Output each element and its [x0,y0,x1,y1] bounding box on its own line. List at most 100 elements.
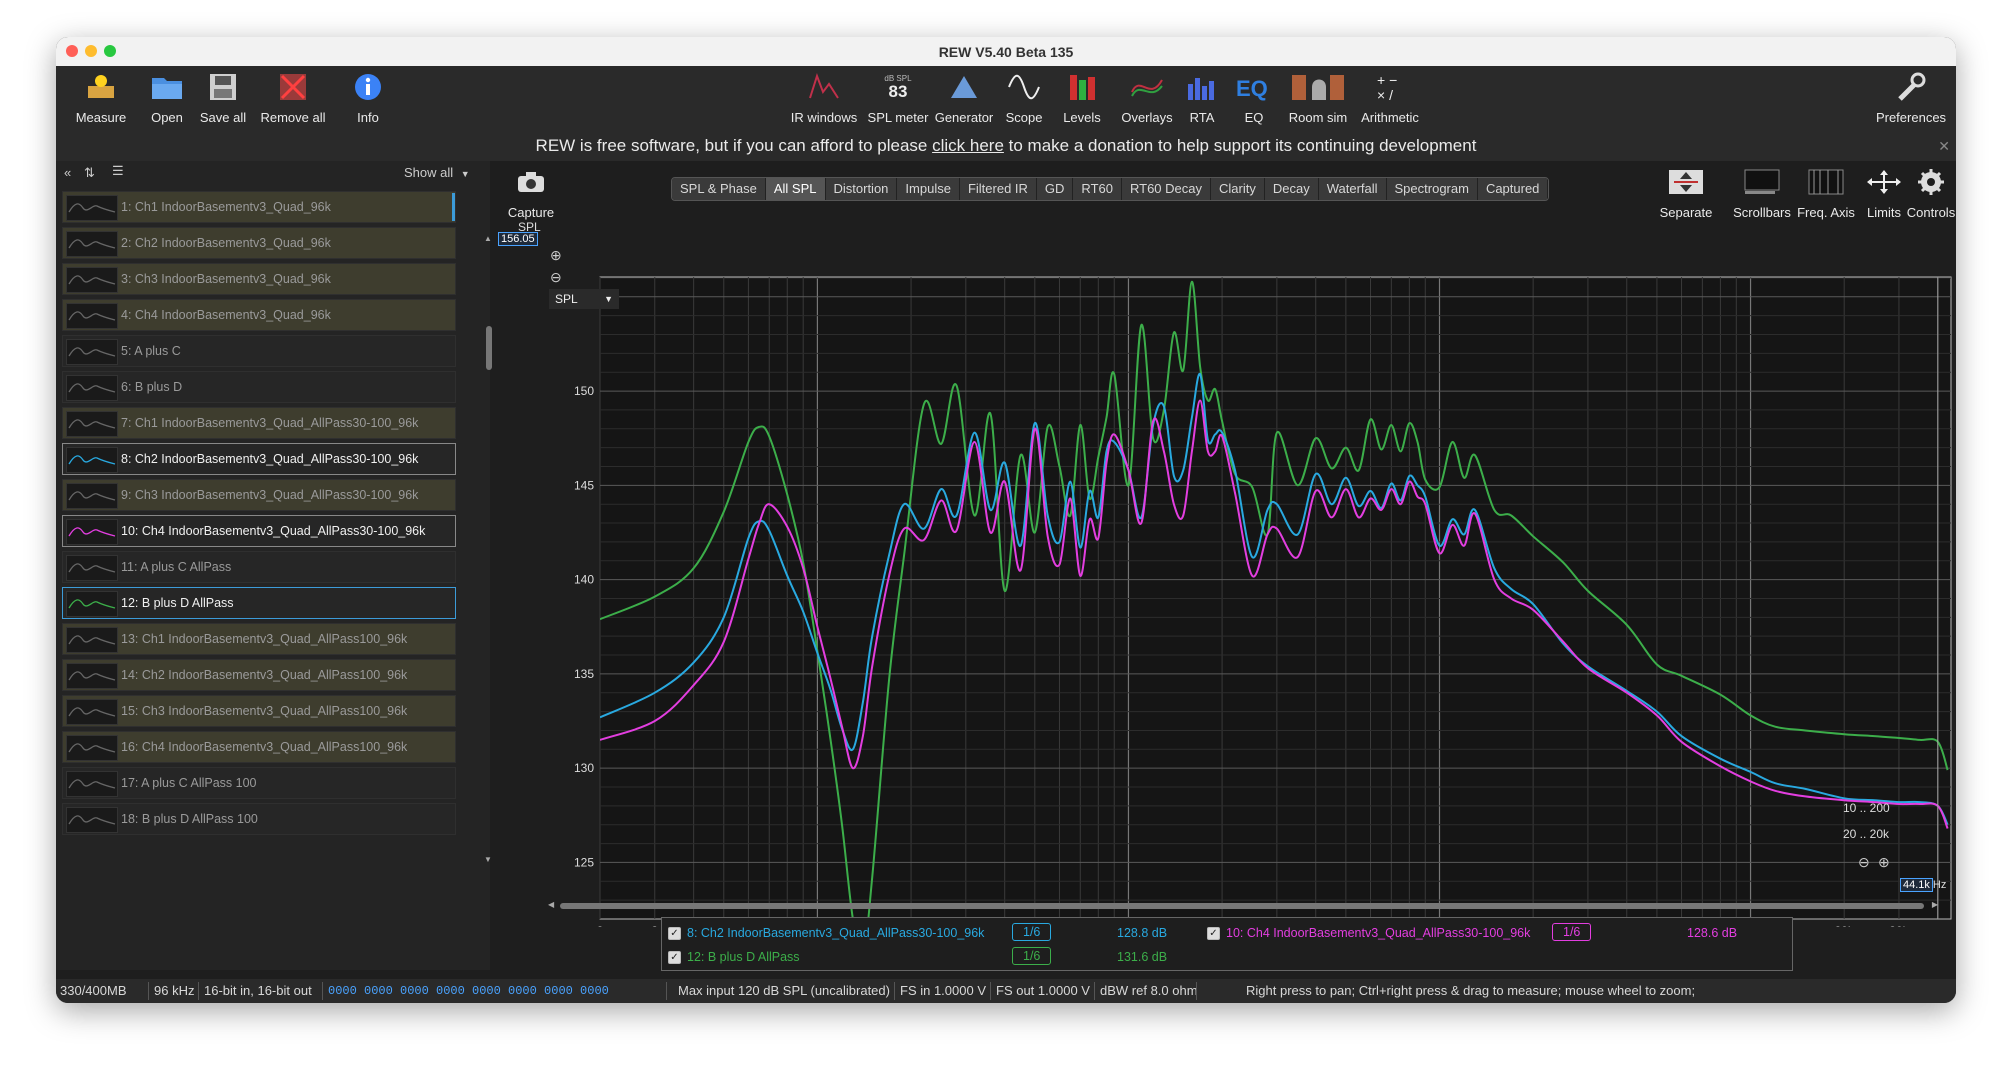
measurement-item[interactable]: 11: A plus C AllPass [62,551,456,583]
measurement-item[interactable]: 9: Ch3 IndoorBasementv3_Quad_AllPass30-1… [62,479,456,511]
spl-selector[interactable]: SPL ▼ [549,289,619,309]
gear-icon [1918,169,1944,195]
scroll-left-arrow[interactable]: ◀ [548,900,554,909]
range-20-20k-button[interactable]: 20 .. 20k [1843,827,1889,841]
eq-button[interactable]: EQ EQ [1224,70,1284,125]
measure-button[interactable]: Measure [64,70,138,125]
ir-windows-icon [809,72,839,99]
tab-rt60-decay[interactable]: RT60 Decay [1121,178,1211,200]
zoom-in-y-icon[interactable]: ⊕ [550,247,562,264]
measurement-item[interactable]: 4: Ch4 IndoorBasementv3_Quad_96k [62,299,456,331]
measurement-panel: « ⇅ ☰ Show all ▼ 1: Ch1 IndoorBasementv3… [56,161,490,970]
measurement-item[interactable]: 8: Ch2 IndoorBasementv3_Quad_AllPass30-1… [62,443,456,475]
horizontal-scrollbar[interactable]: ◀ ▶ [548,900,1938,911]
max-input-status: Max input 120 dB SPL (uncalibrated) [678,983,890,998]
trace-thumbnail [66,735,118,761]
trace-checkbox[interactable]: ✓ [668,927,681,941]
measurement-item[interactable]: 10: Ch4 IndoorBasementv3_Quad_AllPass30-… [62,515,456,547]
controls-label: Controls [1906,205,1956,220]
measurement-item[interactable]: 17: A plus C AllPass 100 [62,767,456,799]
vertical-scrollbar[interactable]: ▲ ▼ [484,234,494,864]
arithmetic-button[interactable]: + − × / Arithmetic [1348,70,1432,125]
controls-button[interactable]: Controls [1896,167,1956,220]
zoom-in-x-icon[interactable]: ⊕ [1878,854,1890,871]
measurement-label: 1: Ch1 IndoorBasementv3_Quad_96k [121,200,331,214]
eq-label: EQ [1244,110,1264,125]
ir-windows-button[interactable]: IR windows [782,70,866,125]
measurement-label: 13: Ch1 IndoorBasementv3_Quad_AllPass100… [121,632,408,646]
donate-link[interactable]: click here [932,136,1004,155]
separate-button[interactable]: Separate [1646,167,1726,220]
legend-entry[interactable]: ✓ 10: Ch4 IndoorBasementv3_Quad_AllPass30… [1207,926,1530,941]
trace-thumbnail [66,303,118,329]
zoom-out-x-icon[interactable]: ⊖ [1858,854,1870,871]
info-button[interactable]: Info [340,70,396,125]
banner-close-icon[interactable]: ✕ [1938,131,1950,161]
scroll-down-arrow[interactable]: ▼ [484,855,492,864]
scope-button[interactable]: Scope [994,70,1054,125]
remove-all-button[interactable]: Remove all [246,70,340,125]
preferences-button[interactable]: Preferences [1868,70,1954,125]
tab-distortion[interactable]: Distortion [825,178,898,200]
trace-checkbox[interactable]: ✓ [668,951,681,965]
smoothing-badge[interactable]: 1/6 [1552,923,1592,941]
levels-button[interactable]: Levels [1052,70,1112,125]
y-tick-label: 150 [574,384,594,398]
fs-out-status: FS out 1.0000 V [996,983,1090,998]
scroll-up-arrow[interactable]: ▲ [484,234,494,244]
measurement-label: 6: B plus D [121,380,183,394]
rta-button[interactable]: RTA [1172,70,1232,125]
tab-filtered-ir[interactable]: Filtered IR [959,178,1037,200]
room-sim-label: Room sim [1288,110,1348,125]
room-sim-icon [1292,75,1344,100]
range-10-200-button[interactable]: 10 .. 200 [1843,801,1890,815]
tab-rt60[interactable]: RT60 [1073,178,1122,200]
tab-spl-phase[interactable]: SPL & Phase [672,178,766,200]
legend-trace-name: 8: Ch2 IndoorBasementv3_Quad_AllPass30-1… [687,926,985,940]
measurement-item[interactable]: 16: Ch4 IndoorBasementv3_Quad_AllPass100… [62,731,456,763]
measurement-item[interactable]: 18: B plus D AllPass 100 [62,803,456,835]
sort-icon[interactable]: ⇅ [84,165,95,181]
tab-captured[interactable]: Captured [1477,178,1549,200]
collapse-panel-icon[interactable]: « [64,165,71,180]
measurement-item[interactable]: 7: Ch1 IndoorBasementv3_Quad_AllPass30-1… [62,407,456,439]
zoom-out-y-icon[interactable]: ⊖ [550,269,562,286]
measurement-item[interactable]: 13: Ch1 IndoorBasementv3_Quad_AllPass100… [62,623,456,655]
tab-waterfall[interactable]: Waterfall [1318,178,1387,200]
measurement-item[interactable]: 14: Ch2 IndoorBasementv3_Quad_AllPass100… [62,659,456,691]
measurement-label: 18: B plus D AllPass 100 [121,812,258,826]
app-window: REW V5.40 Beta 135 Measure Open Save all… [56,37,1956,1003]
measurement-label: 16: Ch4 IndoorBasementv3_Quad_AllPass100… [121,740,408,754]
show-all-dropdown[interactable]: Show all ▼ [404,165,470,180]
measurement-item[interactable]: 6: B plus D [62,371,456,403]
scroll-thumb[interactable] [486,326,492,370]
scroll-right-arrow[interactable]: ▶ [1932,900,1938,909]
separate-label: Separate [1659,205,1713,220]
spl-chart[interactable]: 2345678910203040506070801002003004005006… [496,227,1956,927]
legend-entry[interactable]: ✓ 8: Ch2 IndoorBasementv3_Quad_AllPass30-… [668,926,985,941]
smoothing-badge[interactable]: 1/6 [1012,923,1052,941]
measurement-item[interactable]: 5: A plus C [62,335,456,367]
tab-impulse[interactable]: Impulse [897,178,960,200]
measurement-item[interactable]: 1: Ch1 IndoorBasementv3_Quad_96k [62,191,456,223]
tab-spectrogram[interactable]: Spectrogram [1386,178,1478,200]
trace-checkbox[interactable]: ✓ [1207,927,1220,941]
measurement-item[interactable]: 15: Ch3 IndoorBasementv3_Quad_AllPass100… [62,695,456,727]
measurement-item[interactable]: 12: B plus D AllPass [62,587,456,619]
tab-all-spl[interactable]: All SPL [765,178,826,200]
list-menu-icon[interactable]: ☰ [112,163,124,179]
tab-decay[interactable]: Decay [1264,178,1319,200]
measurement-item[interactable]: 3: Ch3 IndoorBasementv3_Quad_96k [62,263,456,295]
generator-button[interactable]: Generator [926,70,1002,125]
smoothing-badge[interactable]: 1/6 [1012,947,1052,965]
scrollbars-icon [1744,169,1780,194]
memory-status[interactable]: 330/400MB [60,979,127,1003]
measurement-item[interactable]: 2: Ch2 IndoorBasementv3_Quad_96k [62,227,456,259]
h-scroll-thumb[interactable] [560,903,1924,909]
capture-button[interactable]: Capture [496,167,566,220]
tab-clarity[interactable]: Clarity [1211,178,1265,200]
tab-gd[interactable]: GD [1036,178,1074,200]
spl-meter-button[interactable]: dB SPL 83 SPL meter [860,70,936,126]
legend-entry[interactable]: ✓ 12: B plus D AllPass [668,950,800,965]
room-sim-button[interactable]: Room sim [1278,70,1358,125]
